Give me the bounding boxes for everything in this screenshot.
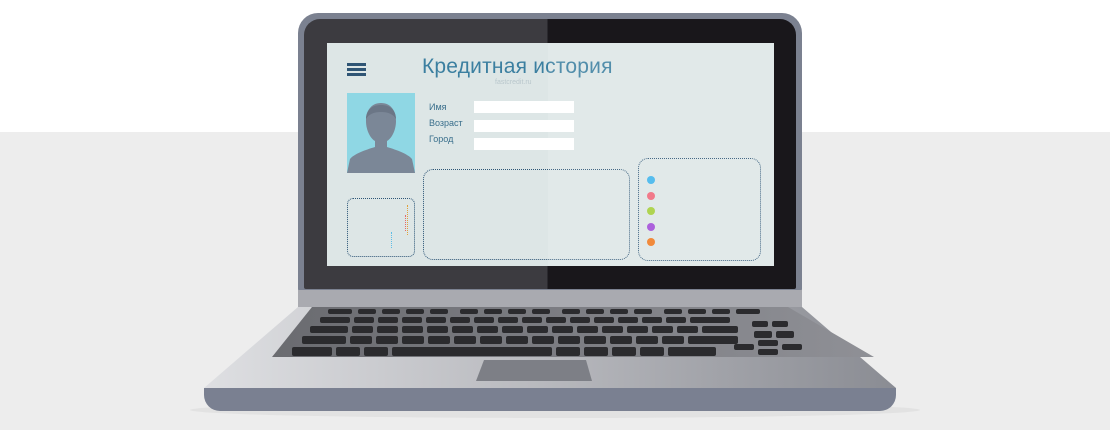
watermark: fastcredit.ru	[495, 79, 532, 86]
page-title: Кредитная история	[422, 55, 613, 78]
city-input[interactable]	[474, 138, 574, 150]
main-content-panel	[423, 169, 630, 260]
field-label-age: Возраст	[429, 118, 463, 128]
mini-chart-bar-orange	[407, 205, 408, 235]
touchpad	[476, 360, 592, 381]
name-input[interactable]	[474, 101, 574, 113]
mini-chart-bar-blue	[391, 232, 392, 248]
field-label-city: Город	[429, 134, 454, 144]
legend-panel	[638, 158, 761, 261]
legend-dot-purple	[647, 223, 655, 231]
field-label-name: Имя	[429, 102, 447, 112]
mini-chart-bar-red	[405, 215, 406, 231]
avatar	[347, 93, 415, 173]
legend-dot-orange	[647, 238, 655, 246]
laptop-hinge	[298, 290, 802, 307]
age-input[interactable]	[474, 120, 574, 132]
hamburger-menu-icon[interactable]	[347, 63, 366, 76]
laptop-keyboard-deck	[204, 307, 896, 388]
legend-dot-green	[647, 207, 655, 215]
legend-dot-blue	[647, 176, 655, 184]
legend-dot-red	[647, 192, 655, 200]
person-silhouette-icon	[347, 103, 415, 173]
laptop-base-front	[204, 388, 896, 411]
